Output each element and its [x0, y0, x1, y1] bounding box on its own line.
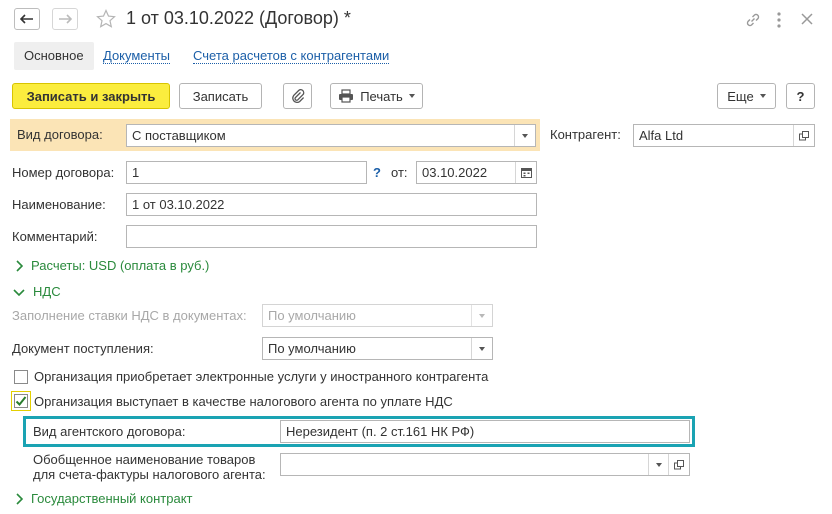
save-and-close-button[interactable]: Записать и закрыть	[12, 83, 170, 109]
help-question-link[interactable]: ?	[373, 165, 381, 180]
dropdown-button	[471, 305, 492, 326]
e-services-checkbox[interactable]	[14, 370, 28, 384]
name-input[interactable]: 1 от 03.10.2022	[126, 193, 537, 216]
counterparty-field[interactable]: Alfa Ltd	[633, 124, 815, 147]
settlements-group[interactable]: Расчеты: USD (оплата в руб.)	[15, 258, 209, 273]
name-label: Наименование:	[12, 197, 106, 212]
open-button[interactable]	[793, 125, 814, 146]
printer-icon	[339, 89, 354, 103]
arrow-left-icon	[20, 14, 33, 24]
goods-name-label-line1: Обобщенное наименование товаров	[33, 452, 256, 467]
contract-number-input[interactable]: 1	[126, 161, 367, 184]
more-button[interactable]: Еще	[717, 83, 776, 109]
contract-type-select[interactable]: С поставщиком	[126, 124, 536, 147]
date-label: от:	[391, 165, 408, 180]
tax-agent-label: Организация выступает в качестве налогов…	[34, 394, 453, 409]
tab-main[interactable]: Основное	[14, 42, 94, 70]
state-contract-group[interactable]: Государственный контракт	[15, 491, 192, 506]
dropdown-button[interactable]	[471, 338, 492, 359]
chevron-down-icon	[522, 133, 528, 138]
help-button[interactable]: ?	[786, 83, 815, 109]
agent-contract-type-label: Вид агентского договора:	[33, 424, 186, 439]
chevron-right-icon	[16, 259, 23, 272]
dropdown-button[interactable]	[648, 454, 669, 475]
chevron-down-icon	[479, 313, 485, 318]
chevron-down-icon	[656, 462, 662, 467]
favorite-star-icon[interactable]	[96, 9, 116, 32]
print-button[interactable]: Печать	[330, 83, 423, 109]
checkmark-icon	[15, 396, 27, 406]
agent-contract-type-field[interactable]: Нерезидент (п. 2 ст.161 НК РФ)	[280, 420, 690, 443]
comment-label: Комментарий:	[12, 229, 98, 244]
tab-documents[interactable]: Документы	[103, 42, 171, 70]
vat-group[interactable]: НДС	[13, 284, 61, 299]
counterparty-label: Контрагент:	[550, 127, 621, 142]
contract-date-input[interactable]: 03.10.2022	[416, 161, 537, 184]
open-button[interactable]	[668, 454, 689, 475]
forward-button[interactable]	[52, 8, 78, 30]
receipt-doc-select[interactable]: По умолчанию	[262, 337, 493, 360]
vat-rate-fill-label: Заполнение ставки НДС в документах:	[12, 308, 247, 323]
arrow-right-icon	[59, 14, 72, 24]
window-title: 1 от 03.10.2022 (Договор) *	[126, 8, 351, 28]
save-button[interactable]: Записать	[179, 83, 262, 109]
chevron-down-icon	[479, 346, 485, 351]
chevron-right-icon	[16, 492, 23, 505]
open-window-icon	[799, 130, 809, 140]
paperclip-icon	[291, 89, 304, 104]
tax-agent-checkbox[interactable]	[14, 394, 28, 408]
contract-number-label: Номер договора:	[12, 165, 115, 180]
calendar-icon	[520, 168, 532, 178]
open-window-icon	[674, 459, 684, 469]
back-button[interactable]	[14, 8, 40, 30]
tab-settlement-accounts[interactable]: Счета расчетов с контрагентами	[193, 42, 390, 70]
comment-input[interactable]	[126, 225, 537, 248]
chevron-down-icon	[13, 288, 25, 296]
attach-button[interactable]	[283, 83, 312, 109]
link-icon[interactable]	[744, 11, 762, 32]
receipt-doc-label: Документ поступления:	[12, 341, 154, 356]
calendar-button[interactable]	[515, 162, 536, 183]
contract-type-label: Вид договора:	[17, 127, 103, 142]
close-icon[interactable]	[799, 11, 815, 30]
goods-name-label-line2: для счета-фактуры налогового агента:	[33, 467, 266, 482]
goods-name-field[interactable]	[280, 453, 690, 476]
more-vertical-icon[interactable]	[775, 11, 783, 32]
dropdown-button[interactable]	[514, 125, 535, 146]
e-services-label: Организация приобретает электронные услу…	[34, 369, 489, 384]
vat-rate-fill-select: По умолчанию	[262, 304, 493, 327]
chevron-down-icon	[759, 94, 766, 98]
chevron-down-icon	[408, 94, 415, 98]
